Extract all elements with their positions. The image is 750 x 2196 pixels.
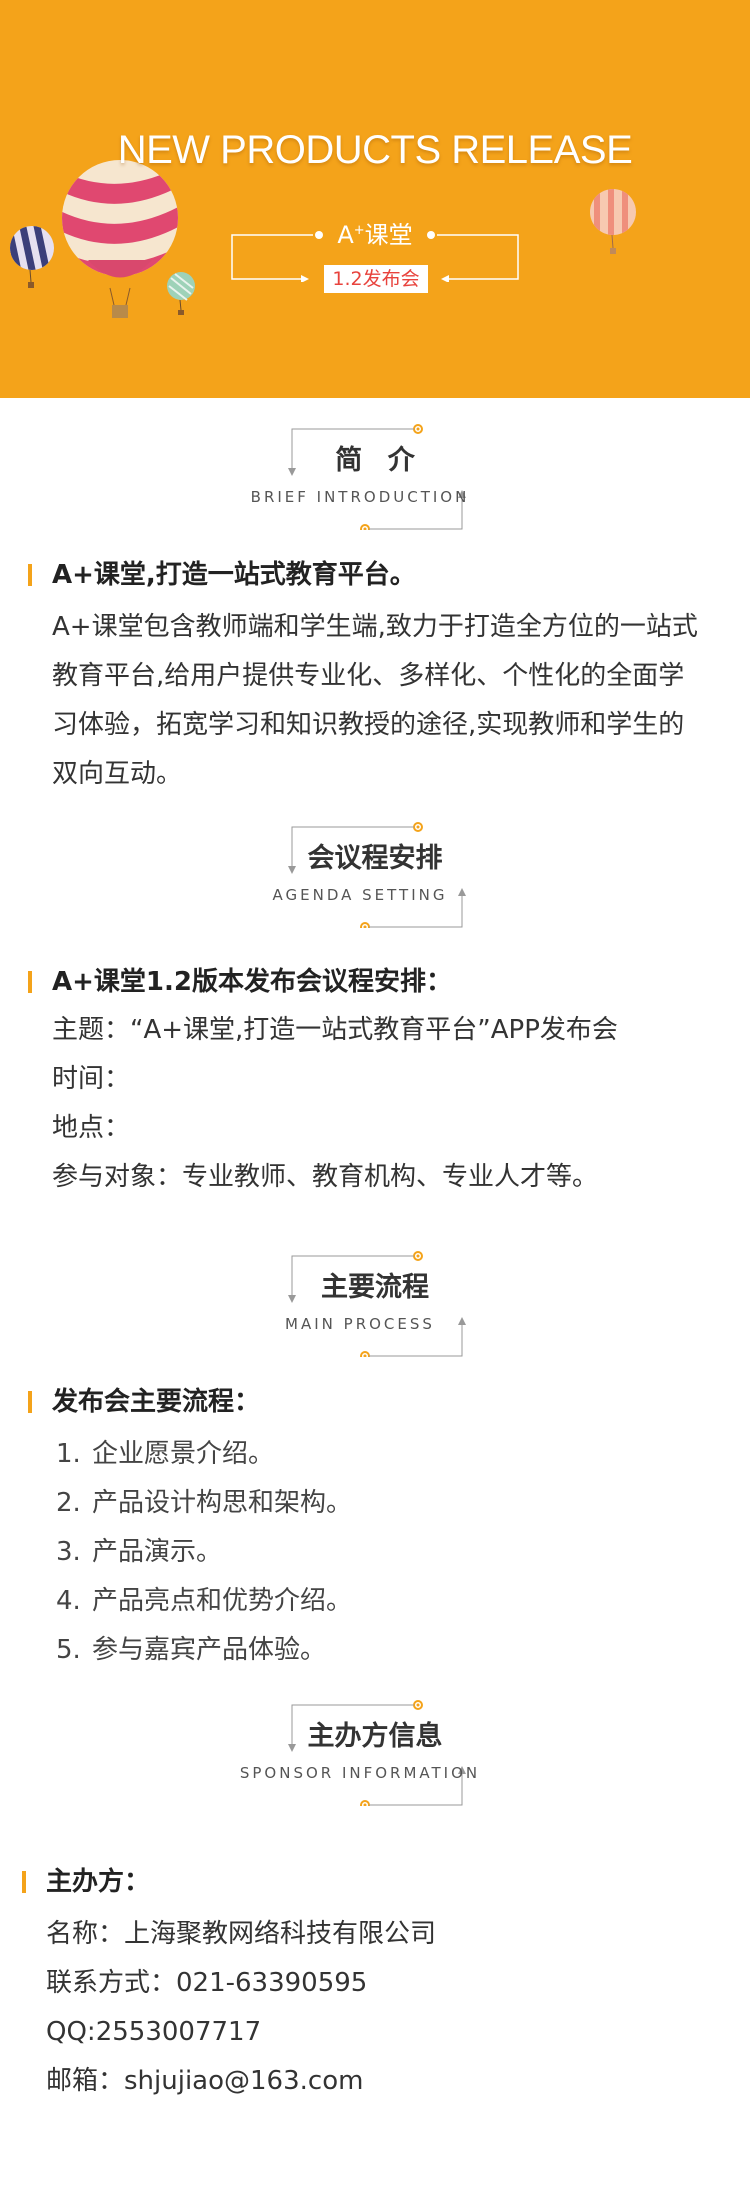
sponsor-email: 邮箱：shjujiao@163.com — [46, 2066, 364, 2096]
banner-title: NEW PRODUCTS RELEASE — [117, 128, 633, 172]
accent-bar — [28, 971, 32, 993]
section-header-sponsor: 主办方信息 SPONSOR INFORMATION — [0, 1696, 750, 1806]
block-heading: A+课堂1.2版本发布会议程安排： — [28, 962, 746, 1002]
hero-banner: NEW PRODUCTS RELEASE A+课堂 1.2发布会 — [0, 0, 750, 398]
event-tag: 1.2发布会 — [324, 265, 428, 293]
section-title: 简 介 — [335, 445, 423, 476]
accent-bar — [28, 564, 32, 586]
sponsor-name: 名称：上海聚教网络科技有限公司 — [46, 1919, 437, 1949]
block-heading: 发布会主要流程： — [28, 1382, 746, 1422]
section-subtitle: AGENDA SETTING — [272, 886, 448, 904]
paragraph-line: A+课堂包含教师端和学生端,致力于打造全方位的一站式 — [52, 612, 698, 642]
section-title: 会议程安排 — [307, 843, 443, 874]
section-header-intro: 简 介 BRIEF INTRODUCTION — [0, 420, 750, 530]
paragraph-line: 教育平台,给用户提供专业化、多样化、个性化的全面学 — [52, 661, 685, 691]
process-content: 发布会主要流程： 1. 企业愿景介绍。 2. 产品设计构思和架构。 3. 产品演示。 … — [28, 1382, 746, 1675]
paragraph-line: 双向互动。 — [52, 759, 183, 789]
heading-text: A+课堂,打造一站式教育平台。 — [52, 560, 416, 590]
heading-text: 发布会主要流程： — [52, 1387, 261, 1417]
section-title: 主办方信息 — [307, 1721, 443, 1752]
sponsor-phone: 联系方式：021-63390595 — [46, 1968, 368, 1998]
list-item: 3. 产品演示。 — [56, 1537, 223, 1567]
agenda-location: 地点： — [52, 1113, 131, 1143]
tiny-balloon-icon — [167, 272, 195, 315]
paragraph-line: 习体验，拓宽学习和知识教授的途径,实现教师和学生的 — [52, 710, 685, 740]
agenda-audience: 参与对象：专业教师、教育机构、专业人才等。 — [52, 1162, 599, 1192]
agenda-time: 时间： — [52, 1064, 131, 1094]
sponsor-content: 主办方： 名称：上海聚教网络科技有限公司 联系方式：021-63390595 Q… — [22, 1862, 740, 2106]
sponsor-qq: QQ:2553007717 — [46, 2017, 262, 2047]
list-item: 4. 产品亮点和优势介绍。 — [56, 1586, 353, 1616]
banner-subtitle: A+课堂 — [337, 221, 413, 249]
block-heading: 主办方： — [22, 1862, 740, 1902]
agenda-theme: 主题：“A+课堂,打造一站式教育平台”APP发布会 — [52, 1015, 618, 1045]
list-item: 1. 企业愿景介绍。 — [56, 1439, 275, 1469]
section-subtitle: BRIEF INTRODUCTION — [250, 488, 470, 506]
heading-text: A+课堂1.2版本发布会议程安排： — [52, 967, 452, 997]
agenda-content: A+课堂1.2版本发布会议程安排： 主题：“A+课堂,打造一站式教育平台”APP… — [28, 962, 746, 1202]
section-title: 主要流程 — [321, 1272, 429, 1303]
heading-text: 主办方： — [46, 1867, 151, 1897]
list-item: 5. 参与嘉宾产品体验。 — [56, 1635, 327, 1665]
intro-paragraph: A+课堂包含教师端和学生端,致力于打造全方位的一站式 教育平台,给用户提供专业化… — [28, 603, 746, 799]
list-item: 2. 产品设计构思和架构。 — [56, 1488, 353, 1518]
section-header-agenda: 会议程安排 AGENDA SETTING — [0, 818, 750, 928]
section-subtitle: MAIN PROCESS — [285, 1315, 435, 1333]
accent-bar — [22, 1871, 26, 1893]
block-heading: A+课堂,打造一站式教育平台。 — [28, 555, 746, 595]
intro-content: A+课堂,打造一站式教育平台。 A+课堂包含教师端和学生端,致力于打造全方位的一… — [28, 555, 746, 799]
accent-bar — [28, 1391, 32, 1413]
section-subtitle: SPONSOR INFORMATION — [239, 1764, 481, 1782]
section-header-process: 主要流程 MAIN PROCESS — [0, 1247, 750, 1357]
